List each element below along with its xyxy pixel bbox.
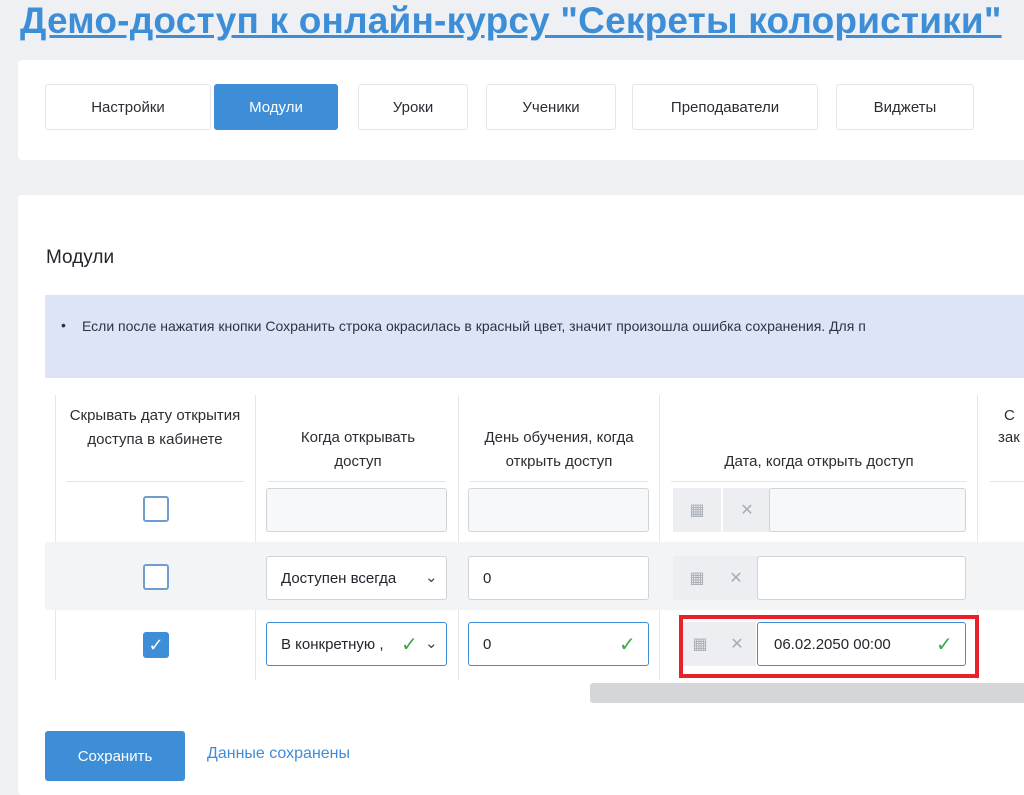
- day-open-value: 0: [483, 570, 492, 587]
- header-cut-top: С: [1004, 407, 1015, 424]
- table-divider: [659, 395, 660, 680]
- table-divider: [255, 395, 256, 680]
- tabs-panel: Настройки Модули Уроки Ученики Преподава…: [18, 60, 1024, 160]
- date-open-filter[interactable]: [769, 488, 966, 532]
- day-open-value: 0: [483, 636, 492, 653]
- header-date-open: Дата, когда открыть доступ: [724, 453, 914, 470]
- header-underline: [66, 481, 244, 482]
- tab-teachers[interactable]: Преподаватели: [632, 84, 818, 130]
- when-open-value: В конкретную ,: [281, 636, 384, 653]
- day-open-filter[interactable]: [468, 488, 649, 532]
- header-day-open: День обучения, когда открыть доступ: [484, 429, 634, 470]
- save-button[interactable]: Сохранить: [45, 731, 185, 781]
- header-underline: [470, 481, 648, 482]
- header-when-open: Когда открывать доступ: [300, 429, 416, 470]
- header-underline: [268, 481, 446, 482]
- check-icon: ✓: [401, 634, 418, 656]
- date-open-input[interactable]: [757, 556, 966, 600]
- day-open-input[interactable]: 0: [468, 556, 649, 600]
- save-status: Данные сохранены: [207, 745, 351, 762]
- check-icon: ✓: [619, 634, 636, 656]
- tab-settings[interactable]: Настройки: [45, 84, 211, 130]
- alert-bullet: •: [61, 317, 66, 333]
- when-open-value: Доступен всегда: [281, 570, 397, 587]
- hide-date-checkbox[interactable]: [143, 496, 169, 522]
- hide-date-checkbox[interactable]: ✓: [143, 632, 169, 658]
- section-title: Модули: [46, 247, 115, 268]
- table-divider: [55, 395, 56, 680]
- tab-modules[interactable]: Модули: [214, 84, 338, 130]
- hide-date-checkbox[interactable]: [143, 564, 169, 590]
- highlight-annotation: [679, 615, 979, 678]
- tab-widgets[interactable]: Виджеты: [836, 84, 974, 130]
- tab-lessons[interactable]: Уроки: [358, 84, 468, 130]
- header-hide-date: Скрывать дату открытия доступа в кабинет…: [69, 407, 241, 448]
- header-underline: [671, 481, 967, 482]
- header-underline: [990, 481, 1024, 482]
- table-divider: [458, 395, 459, 680]
- calendar-icon[interactable]: ▦: [673, 488, 721, 532]
- clear-icon[interactable]: ✕: [712, 556, 760, 600]
- tab-students[interactable]: Ученики: [486, 84, 616, 130]
- chevron-down-icon: ⌄: [425, 635, 438, 652]
- header-cut-bottom: зак: [998, 429, 1020, 446]
- page-title[interactable]: Демо-доступ к онлайн-курсу "Секреты коло…: [20, 0, 1002, 42]
- horizontal-scrollbar[interactable]: [590, 683, 1024, 703]
- chevron-down-icon: ⌄: [425, 569, 438, 586]
- info-alert: • Если после нажатия кнопки Сохранить ст…: [45, 295, 1024, 378]
- clear-icon[interactable]: ✕: [723, 488, 771, 532]
- alert-text: Если после нажатия кнопки Сохранить стро…: [82, 318, 866, 334]
- when-open-select[interactable]: В конкретную , ✓ ⌄: [266, 622, 447, 666]
- day-open-input[interactable]: 0 ✓: [468, 622, 649, 666]
- when-open-select[interactable]: Доступен всегда ⌄: [266, 556, 447, 600]
- when-open-filter[interactable]: [266, 488, 447, 532]
